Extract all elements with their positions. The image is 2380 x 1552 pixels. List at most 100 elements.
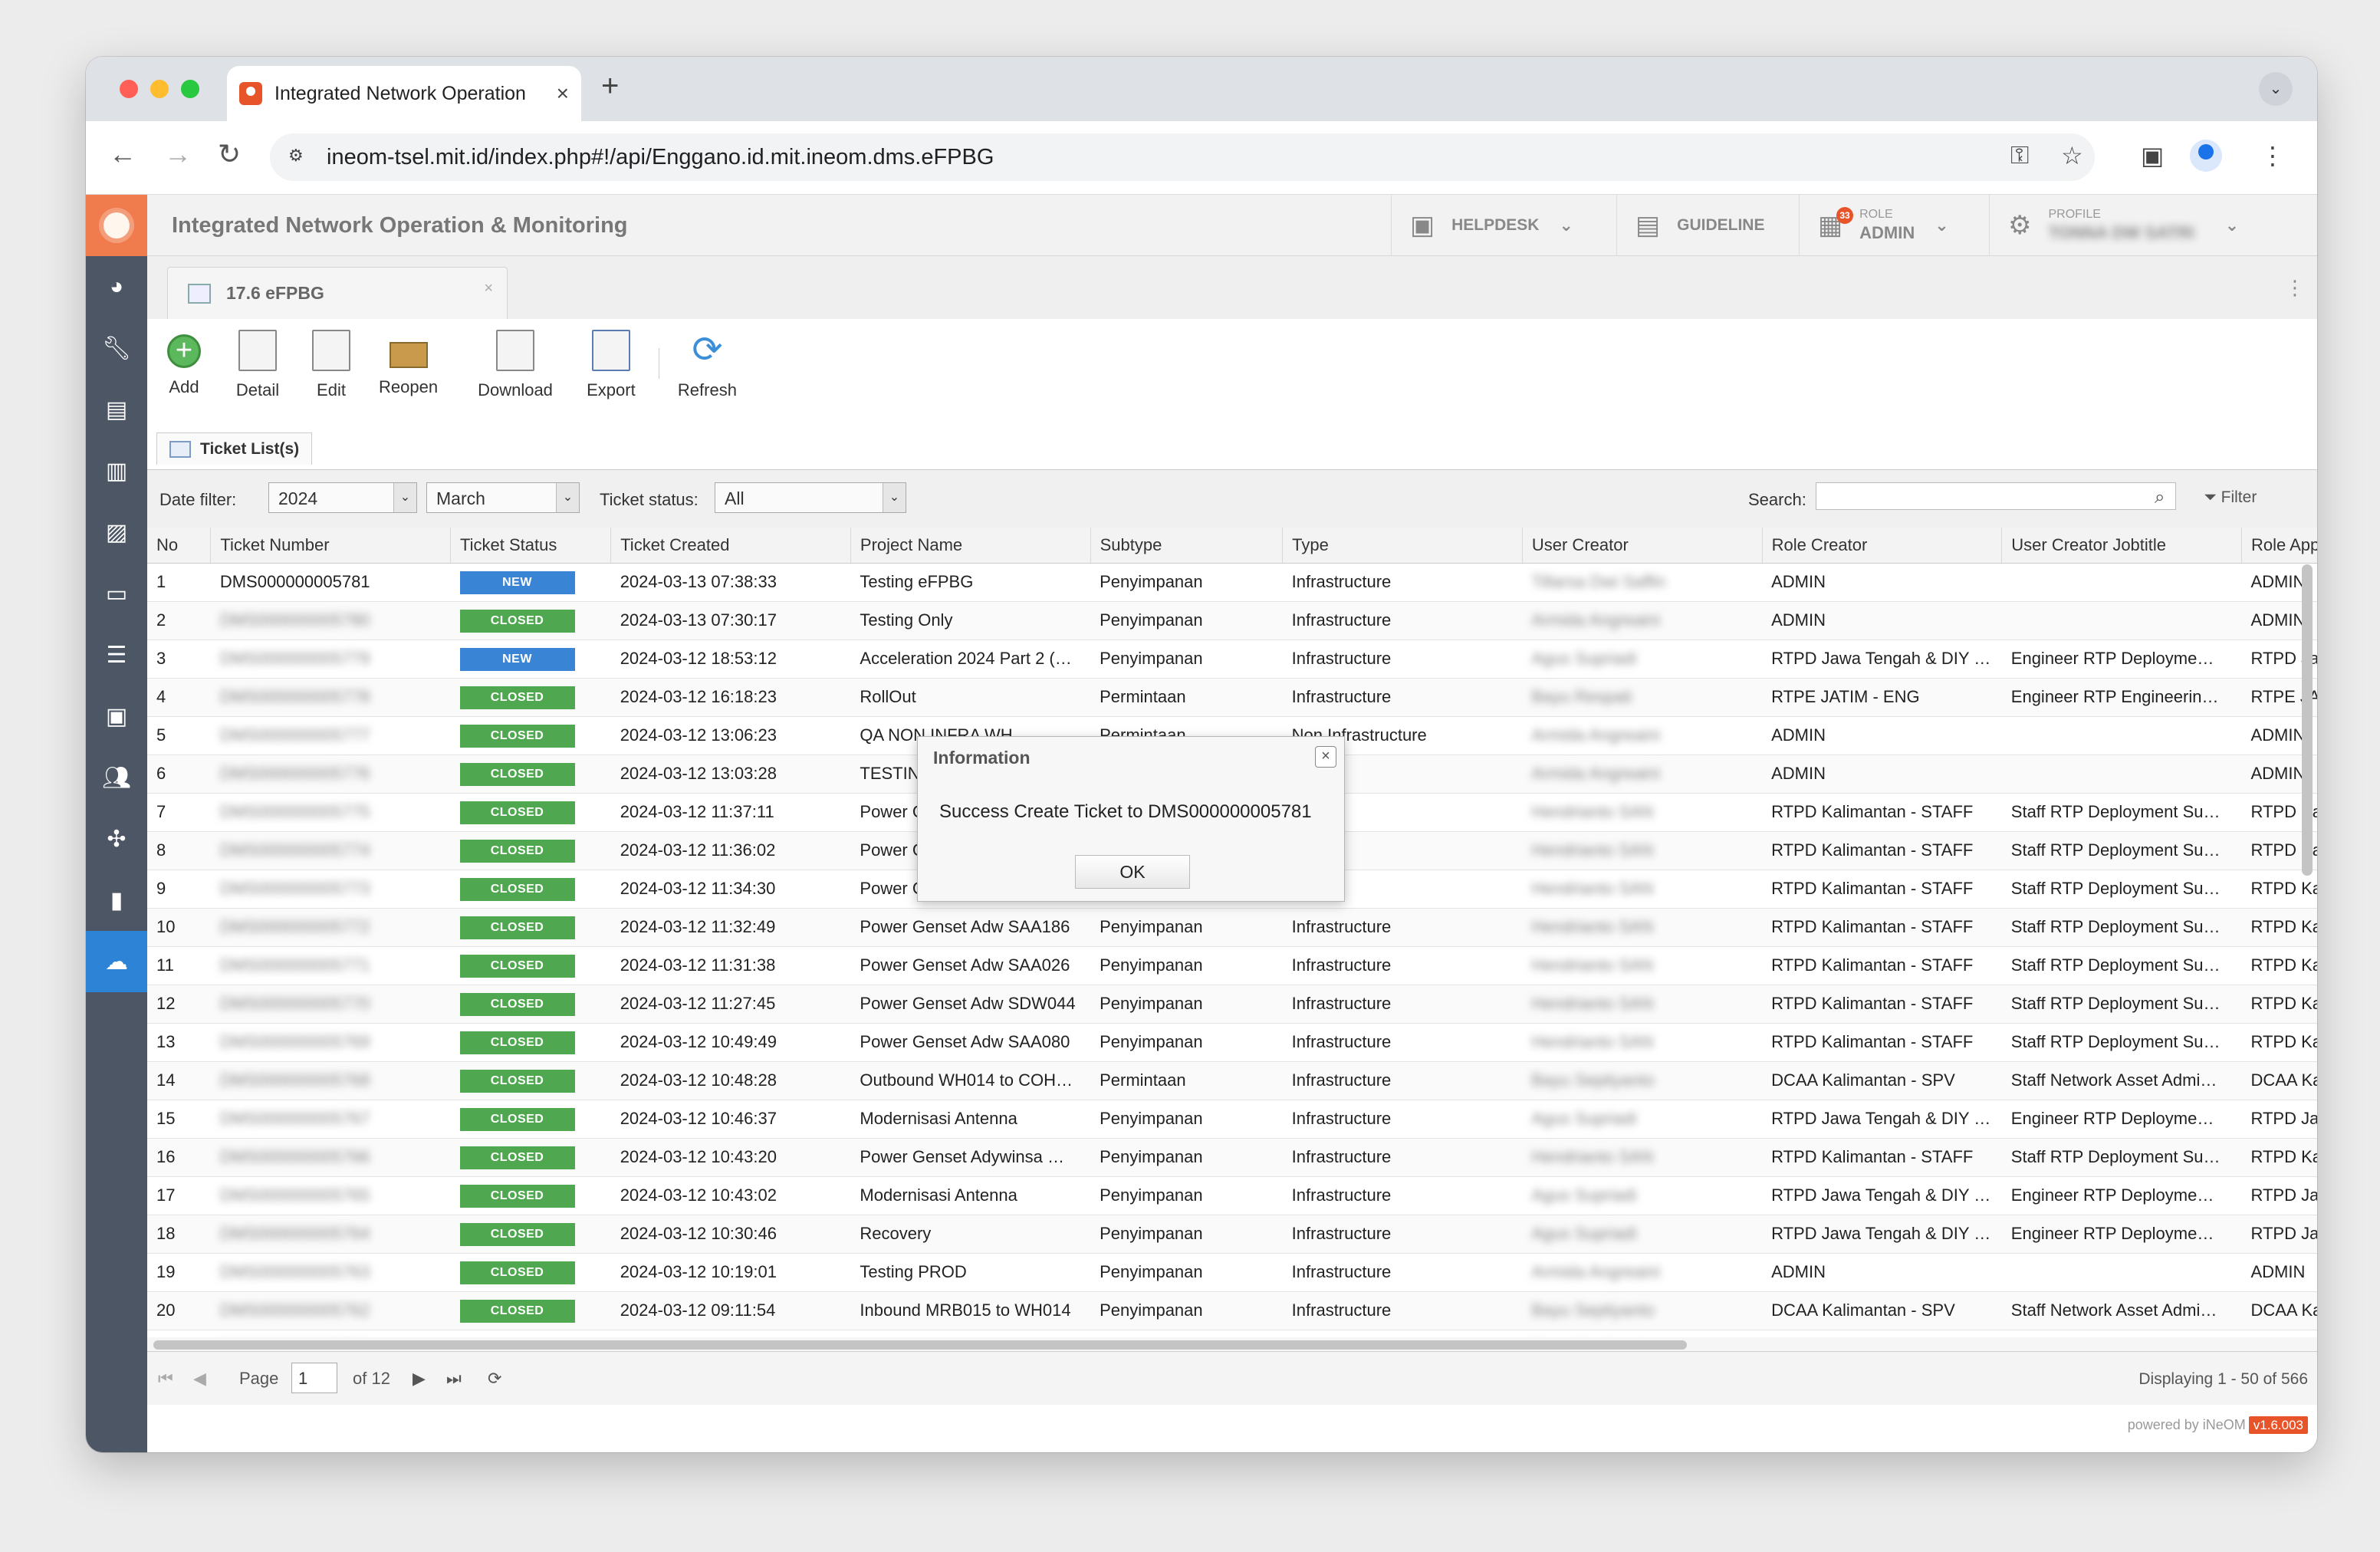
cloud-icon[interactable]: ☁ (86, 931, 147, 992)
column-header[interactable]: Ticket Status (450, 528, 612, 564)
wrench-icon[interactable]: 🔧︎ (86, 317, 147, 379)
table-row[interactable]: 1 DMS000000005781 NEW 2024-03-13 07:38:33 Te… (147, 563, 2317, 602)
tab-search-icon[interactable]: ⌄ (2259, 72, 2293, 106)
subtype-cell: Penyimpanan (1090, 601, 1283, 640)
close-tab-icon[interactable]: × (557, 81, 569, 106)
column-header[interactable]: User Creator Jobtitle (2001, 528, 2242, 564)
column-header[interactable]: Ticket Number (210, 528, 452, 564)
module-tab-efpbg[interactable]: 17.6 eFPBG × (167, 267, 508, 319)
edit-button[interactable]: Edit (305, 330, 357, 414)
ok-button[interactable]: OK (1075, 855, 1190, 889)
minimize-window-button[interactable] (150, 80, 169, 98)
last-page-icon[interactable]: ⏭ (446, 1369, 462, 1389)
profile-avatar-icon[interactable] (2190, 140, 2222, 178)
app-logo[interactable] (86, 195, 147, 256)
page-number-input[interactable]: 1 (291, 1363, 337, 1393)
prev-page-icon[interactable]: ◀ (193, 1369, 206, 1389)
column-header[interactable]: Role Approver (2241, 528, 2317, 564)
refresh-button[interactable]: ⟳ Refresh (678, 330, 737, 414)
filter-button[interactable]: ⏷ Filter (2204, 488, 2257, 507)
first-page-icon[interactable]: ⏮ (158, 1369, 173, 1389)
address-bar[interactable]: ⚙ ineom-tsel.mit.id/index.php#!/api/Engg… (270, 133, 2095, 181)
add-button[interactable]: + Add (158, 330, 210, 414)
project-name-cell-text: Testing Only (860, 610, 953, 630)
site-settings-icon[interactable]: ⚙ (288, 146, 311, 169)
guideline-menu[interactable]: ▤ GUIDELINE (1616, 195, 1799, 256)
table-row[interactable]: 19 DMS000000005763 CLOSED 2024-03-12 10:19:… (147, 1253, 2317, 1292)
table-row[interactable]: 17 DMS000000005765 CLOSED 2024-03-12 10:43:… (147, 1176, 2317, 1215)
table-row[interactable]: 15 DMS000000005767 CLOSED 2024-03-12 10:46:… (147, 1100, 2317, 1139)
row-number: 17 (147, 1176, 211, 1215)
ticket-number-cell: DMS000000005767 (210, 1100, 451, 1139)
table-row[interactable]: 18 DMS000000005764 CLOSED 2024-03-12 10:30:… (147, 1215, 2317, 1254)
forward-icon[interactable]: → (164, 138, 192, 170)
browser-tab[interactable]: Integrated Network Operation & Monitorin… (227, 66, 581, 121)
vertical-scrollbar[interactable] (2302, 564, 2313, 876)
bookmark-star-icon[interactable]: ☆ (2061, 141, 2083, 170)
side-panel-icon[interactable]: ▣ (2141, 141, 2164, 170)
search-label: Search: (1748, 490, 1806, 509)
column-header[interactable]: User Creator (1522, 528, 1763, 564)
reload-icon[interactable]: ↻ (218, 138, 241, 170)
browser-menu-icon[interactable]: ⋮ (2260, 141, 2285, 170)
archive-icon[interactable]: ▣ (86, 686, 147, 747)
export-icon (591, 330, 630, 371)
table-row[interactable]: 16 DMS000000005766 CLOSED 2024-03-12 10:43:… (147, 1138, 2317, 1177)
column-header[interactable]: Role Creator (1762, 528, 2003, 564)
profile-menu[interactable]: ⚙ PROFILE TONNA DW SATRI ⌄ (1989, 195, 2317, 256)
browser-tabbar: Integrated Network Operation & Monitorin… (86, 57, 2317, 121)
store-icon[interactable]: ▭ (86, 563, 147, 624)
export-button[interactable]: Export (585, 330, 637, 414)
column-header[interactable]: Type (1282, 528, 1523, 564)
more-vertical-icon[interactable]: ⋮ (2285, 276, 2305, 300)
users-icon[interactable]: 👥︎ (86, 747, 147, 808)
helpdesk-menu[interactable]: ▣ HELPDESK ⌄ (1391, 195, 1616, 256)
column-header[interactable]: No (147, 528, 212, 564)
project-name-cell-text: RollOut (860, 687, 916, 706)
scrollbar-thumb[interactable] (153, 1340, 1687, 1350)
table-row[interactable]: 14 DMS000000005768 CLOSED 2024-03-12 10:48:… (147, 1061, 2317, 1100)
new-tab-icon[interactable]: + (601, 69, 619, 104)
close-window-button[interactable] (120, 80, 138, 98)
download-button[interactable]: Download (478, 330, 553, 414)
back-icon[interactable]: ← (109, 138, 136, 170)
zoom-window-button[interactable] (181, 80, 199, 98)
month-select[interactable]: March ⌄ (426, 482, 580, 513)
ticket-status-cell: CLOSED (450, 1215, 611, 1254)
dialog-close-icon[interactable]: × (1315, 746, 1336, 768)
table-row[interactable]: 20 DMS000000005762 CLOSED 2024-03-12 09:11:… (147, 1291, 2317, 1330)
password-key-icon[interactable]: ⚿ (2010, 141, 2029, 170)
jobtitle-cell: Staff RTP Deployment Su… (2001, 908, 2242, 947)
jobtitle-cell-text: Staff RTP Deployment Su… (2010, 1147, 2221, 1166)
table-row[interactable]: 2 DMS000000005780 CLOSED 2024-03-13 07:30:1… (147, 601, 2317, 640)
column-header[interactable]: Project Name (850, 528, 1091, 564)
table-row[interactable]: 10 DMS000000005772 CLOSED 2024-03-12 11:32:… (147, 908, 2317, 947)
reopen-button[interactable]: Reopen (379, 330, 438, 414)
puzzle-icon[interactable]: ✣ (86, 808, 147, 870)
detail-button[interactable]: Detail (232, 330, 284, 414)
column-header[interactable]: Subtype (1090, 528, 1284, 564)
reload-grid-icon[interactable]: ⟳ (488, 1369, 501, 1389)
clipboard-list-icon[interactable]: ▥ (86, 440, 147, 501)
server-icon[interactable]: ☰ (86, 624, 147, 686)
close-module-tab-icon[interactable]: × (484, 280, 493, 298)
image-icon[interactable]: ▨ (86, 501, 147, 563)
book-icon[interactable]: ▮ (86, 870, 147, 931)
next-page-icon[interactable]: ▶ (413, 1369, 426, 1389)
horizontal-scrollbar[interactable] (147, 1337, 2317, 1351)
ticket-status-select[interactable]: All ⌄ (715, 482, 906, 513)
search-icon[interactable]: ⌕ (2155, 487, 2165, 508)
dashboard-icon[interactable]: ◕ (86, 256, 147, 317)
table-row[interactable]: 11 DMS000000005771 CLOSED 2024-03-12 11:31:… (147, 946, 2317, 985)
table-row[interactable]: 3 DMS000000005779 NEW 2024-03-12 18:53:12 Ac… (147, 640, 2317, 679)
type-cell: Infrastructure (1282, 678, 1523, 717)
table-row[interactable]: 4 DMS000000005778 CLOSED 2024-03-12 16:18:2… (147, 678, 2317, 717)
search-input[interactable] (1816, 482, 2176, 510)
table-row[interactable]: 12 DMS000000005770 CLOSED 2024-03-12 11:27:… (147, 985, 2317, 1024)
role-menu[interactable]: ▦ 33 ROLE ADMIN ⌄ (1799, 195, 1989, 256)
column-header[interactable]: Ticket Created (610, 528, 851, 564)
clipboard-icon[interactable]: ▤ (86, 379, 147, 440)
table-row[interactable]: 13 DMS000000005769 CLOSED 2024-03-12 10:49:… (147, 1023, 2317, 1062)
year-select[interactable]: 2024 ⌄ (268, 482, 417, 513)
ticket-list-tab[interactable]: Ticket List(s) (156, 432, 313, 465)
